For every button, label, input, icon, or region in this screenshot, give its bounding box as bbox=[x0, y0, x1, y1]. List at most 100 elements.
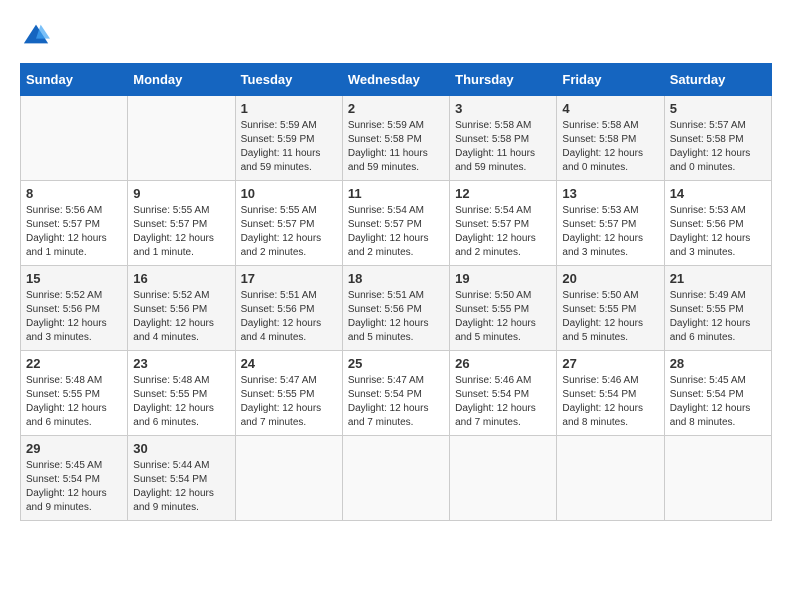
day-info: Sunrise: 5:53 AM Sunset: 5:56 PM Dayligh… bbox=[670, 204, 766, 260]
day-number: 10 bbox=[241, 186, 337, 201]
day-number: 13 bbox=[562, 186, 658, 201]
day-info: Sunrise: 5:57 AM Sunset: 5:58 PM Dayligh… bbox=[670, 119, 766, 175]
day-info: Sunrise: 5:48 AM Sunset: 5:55 PM Dayligh… bbox=[26, 374, 122, 430]
calendar-cell bbox=[664, 435, 771, 520]
day-number: 9 bbox=[133, 186, 229, 201]
calendar-table: SundayMondayTuesdayWednesdayThursdayFrid… bbox=[20, 63, 772, 521]
day-info: Sunrise: 5:51 AM Sunset: 5:56 PM Dayligh… bbox=[241, 289, 337, 345]
day-info: Sunrise: 5:56 AM Sunset: 5:57 PM Dayligh… bbox=[26, 204, 122, 260]
day-number: 17 bbox=[241, 271, 337, 286]
day-number: 15 bbox=[26, 271, 122, 286]
calendar-cell: 9 Sunrise: 5:55 AM Sunset: 5:57 PM Dayli… bbox=[128, 180, 235, 265]
calendar-cell: 14 Sunrise: 5:53 AM Sunset: 5:56 PM Dayl… bbox=[664, 180, 771, 265]
calendar-cell: 15 Sunrise: 5:52 AM Sunset: 5:56 PM Dayl… bbox=[21, 265, 128, 350]
day-number: 1 bbox=[241, 101, 337, 116]
day-info: Sunrise: 5:47 AM Sunset: 5:55 PM Dayligh… bbox=[241, 374, 337, 430]
calendar-cell: 29 Sunrise: 5:45 AM Sunset: 5:54 PM Dayl… bbox=[21, 435, 128, 520]
day-info: Sunrise: 5:45 AM Sunset: 5:54 PM Dayligh… bbox=[670, 374, 766, 430]
day-number: 20 bbox=[562, 271, 658, 286]
header-cell-tuesday: Tuesday bbox=[235, 63, 342, 95]
calendar-cell: 13 Sunrise: 5:53 AM Sunset: 5:57 PM Dayl… bbox=[557, 180, 664, 265]
day-number: 3 bbox=[455, 101, 551, 116]
calendar-cell: 5 Sunrise: 5:57 AM Sunset: 5:58 PM Dayli… bbox=[664, 95, 771, 180]
day-info: Sunrise: 5:55 AM Sunset: 5:57 PM Dayligh… bbox=[241, 204, 337, 260]
calendar-cell: 27 Sunrise: 5:46 AM Sunset: 5:54 PM Dayl… bbox=[557, 350, 664, 435]
calendar-cell: 17 Sunrise: 5:51 AM Sunset: 5:56 PM Dayl… bbox=[235, 265, 342, 350]
day-info: Sunrise: 5:55 AM Sunset: 5:57 PM Dayligh… bbox=[133, 204, 229, 260]
calendar-header: SundayMondayTuesdayWednesdayThursdayFrid… bbox=[21, 63, 772, 95]
day-number: 30 bbox=[133, 441, 229, 456]
calendar-week-0: 1 Sunrise: 5:59 AM Sunset: 5:59 PM Dayli… bbox=[21, 95, 772, 180]
calendar-cell bbox=[557, 435, 664, 520]
calendar-cell: 25 Sunrise: 5:47 AM Sunset: 5:54 PM Dayl… bbox=[342, 350, 449, 435]
calendar-cell bbox=[235, 435, 342, 520]
day-info: Sunrise: 5:44 AM Sunset: 5:54 PM Dayligh… bbox=[133, 459, 229, 515]
day-info: Sunrise: 5:48 AM Sunset: 5:55 PM Dayligh… bbox=[133, 374, 229, 430]
day-number: 19 bbox=[455, 271, 551, 286]
day-number: 16 bbox=[133, 271, 229, 286]
day-number: 23 bbox=[133, 356, 229, 371]
day-number: 22 bbox=[26, 356, 122, 371]
header-cell-wednesday: Wednesday bbox=[342, 63, 449, 95]
calendar-cell bbox=[450, 435, 557, 520]
logo-icon bbox=[22, 20, 50, 48]
calendar-cell: 19 Sunrise: 5:50 AM Sunset: 5:55 PM Dayl… bbox=[450, 265, 557, 350]
calendar-week-1: 8 Sunrise: 5:56 AM Sunset: 5:57 PM Dayli… bbox=[21, 180, 772, 265]
day-info: Sunrise: 5:51 AM Sunset: 5:56 PM Dayligh… bbox=[348, 289, 444, 345]
day-number: 21 bbox=[670, 271, 766, 286]
day-info: Sunrise: 5:46 AM Sunset: 5:54 PM Dayligh… bbox=[562, 374, 658, 430]
day-number: 11 bbox=[348, 186, 444, 201]
day-info: Sunrise: 5:52 AM Sunset: 5:56 PM Dayligh… bbox=[133, 289, 229, 345]
day-number: 8 bbox=[26, 186, 122, 201]
day-info: Sunrise: 5:59 AM Sunset: 5:58 PM Dayligh… bbox=[348, 119, 444, 175]
day-number: 28 bbox=[670, 356, 766, 371]
calendar-cell: 18 Sunrise: 5:51 AM Sunset: 5:56 PM Dayl… bbox=[342, 265, 449, 350]
day-number: 5 bbox=[670, 101, 766, 116]
calendar-cell: 8 Sunrise: 5:56 AM Sunset: 5:57 PM Dayli… bbox=[21, 180, 128, 265]
calendar-week-4: 29 Sunrise: 5:45 AM Sunset: 5:54 PM Dayl… bbox=[21, 435, 772, 520]
calendar-cell: 3 Sunrise: 5:58 AM Sunset: 5:58 PM Dayli… bbox=[450, 95, 557, 180]
day-number: 18 bbox=[348, 271, 444, 286]
day-info: Sunrise: 5:50 AM Sunset: 5:55 PM Dayligh… bbox=[455, 289, 551, 345]
day-info: Sunrise: 5:58 AM Sunset: 5:58 PM Dayligh… bbox=[455, 119, 551, 175]
day-number: 2 bbox=[348, 101, 444, 116]
calendar-cell: 12 Sunrise: 5:54 AM Sunset: 5:57 PM Dayl… bbox=[450, 180, 557, 265]
day-number: 12 bbox=[455, 186, 551, 201]
calendar-cell: 1 Sunrise: 5:59 AM Sunset: 5:59 PM Dayli… bbox=[235, 95, 342, 180]
calendar-cell: 21 Sunrise: 5:49 AM Sunset: 5:55 PM Dayl… bbox=[664, 265, 771, 350]
header-cell-thursday: Thursday bbox=[450, 63, 557, 95]
calendar-cell: 24 Sunrise: 5:47 AM Sunset: 5:55 PM Dayl… bbox=[235, 350, 342, 435]
day-number: 26 bbox=[455, 356, 551, 371]
header-cell-monday: Monday bbox=[128, 63, 235, 95]
day-info: Sunrise: 5:53 AM Sunset: 5:57 PM Dayligh… bbox=[562, 204, 658, 260]
calendar-cell bbox=[342, 435, 449, 520]
calendar-cell: 22 Sunrise: 5:48 AM Sunset: 5:55 PM Dayl… bbox=[21, 350, 128, 435]
day-info: Sunrise: 5:58 AM Sunset: 5:58 PM Dayligh… bbox=[562, 119, 658, 175]
header-row: SundayMondayTuesdayWednesdayThursdayFrid… bbox=[21, 63, 772, 95]
calendar-cell bbox=[21, 95, 128, 180]
day-info: Sunrise: 5:47 AM Sunset: 5:54 PM Dayligh… bbox=[348, 374, 444, 430]
day-number: 4 bbox=[562, 101, 658, 116]
day-number: 25 bbox=[348, 356, 444, 371]
day-info: Sunrise: 5:52 AM Sunset: 5:56 PM Dayligh… bbox=[26, 289, 122, 345]
calendar-week-2: 15 Sunrise: 5:52 AM Sunset: 5:56 PM Dayl… bbox=[21, 265, 772, 350]
calendar-cell: 4 Sunrise: 5:58 AM Sunset: 5:58 PM Dayli… bbox=[557, 95, 664, 180]
day-number: 27 bbox=[562, 356, 658, 371]
header-cell-saturday: Saturday bbox=[664, 63, 771, 95]
calendar-cell: 23 Sunrise: 5:48 AM Sunset: 5:55 PM Dayl… bbox=[128, 350, 235, 435]
day-number: 29 bbox=[26, 441, 122, 456]
day-info: Sunrise: 5:59 AM Sunset: 5:59 PM Dayligh… bbox=[241, 119, 337, 175]
day-info: Sunrise: 5:45 AM Sunset: 5:54 PM Dayligh… bbox=[26, 459, 122, 515]
calendar-cell: 11 Sunrise: 5:54 AM Sunset: 5:57 PM Dayl… bbox=[342, 180, 449, 265]
day-number: 24 bbox=[241, 356, 337, 371]
calendar-cell: 30 Sunrise: 5:44 AM Sunset: 5:54 PM Dayl… bbox=[128, 435, 235, 520]
day-info: Sunrise: 5:49 AM Sunset: 5:55 PM Dayligh… bbox=[670, 289, 766, 345]
day-info: Sunrise: 5:54 AM Sunset: 5:57 PM Dayligh… bbox=[455, 204, 551, 260]
calendar-cell: 20 Sunrise: 5:50 AM Sunset: 5:55 PM Dayl… bbox=[557, 265, 664, 350]
logo bbox=[20, 20, 50, 53]
day-info: Sunrise: 5:54 AM Sunset: 5:57 PM Dayligh… bbox=[348, 204, 444, 260]
calendar-cell: 26 Sunrise: 5:46 AM Sunset: 5:54 PM Dayl… bbox=[450, 350, 557, 435]
header-cell-friday: Friday bbox=[557, 63, 664, 95]
calendar-cell: 2 Sunrise: 5:59 AM Sunset: 5:58 PM Dayli… bbox=[342, 95, 449, 180]
day-number: 14 bbox=[670, 186, 766, 201]
